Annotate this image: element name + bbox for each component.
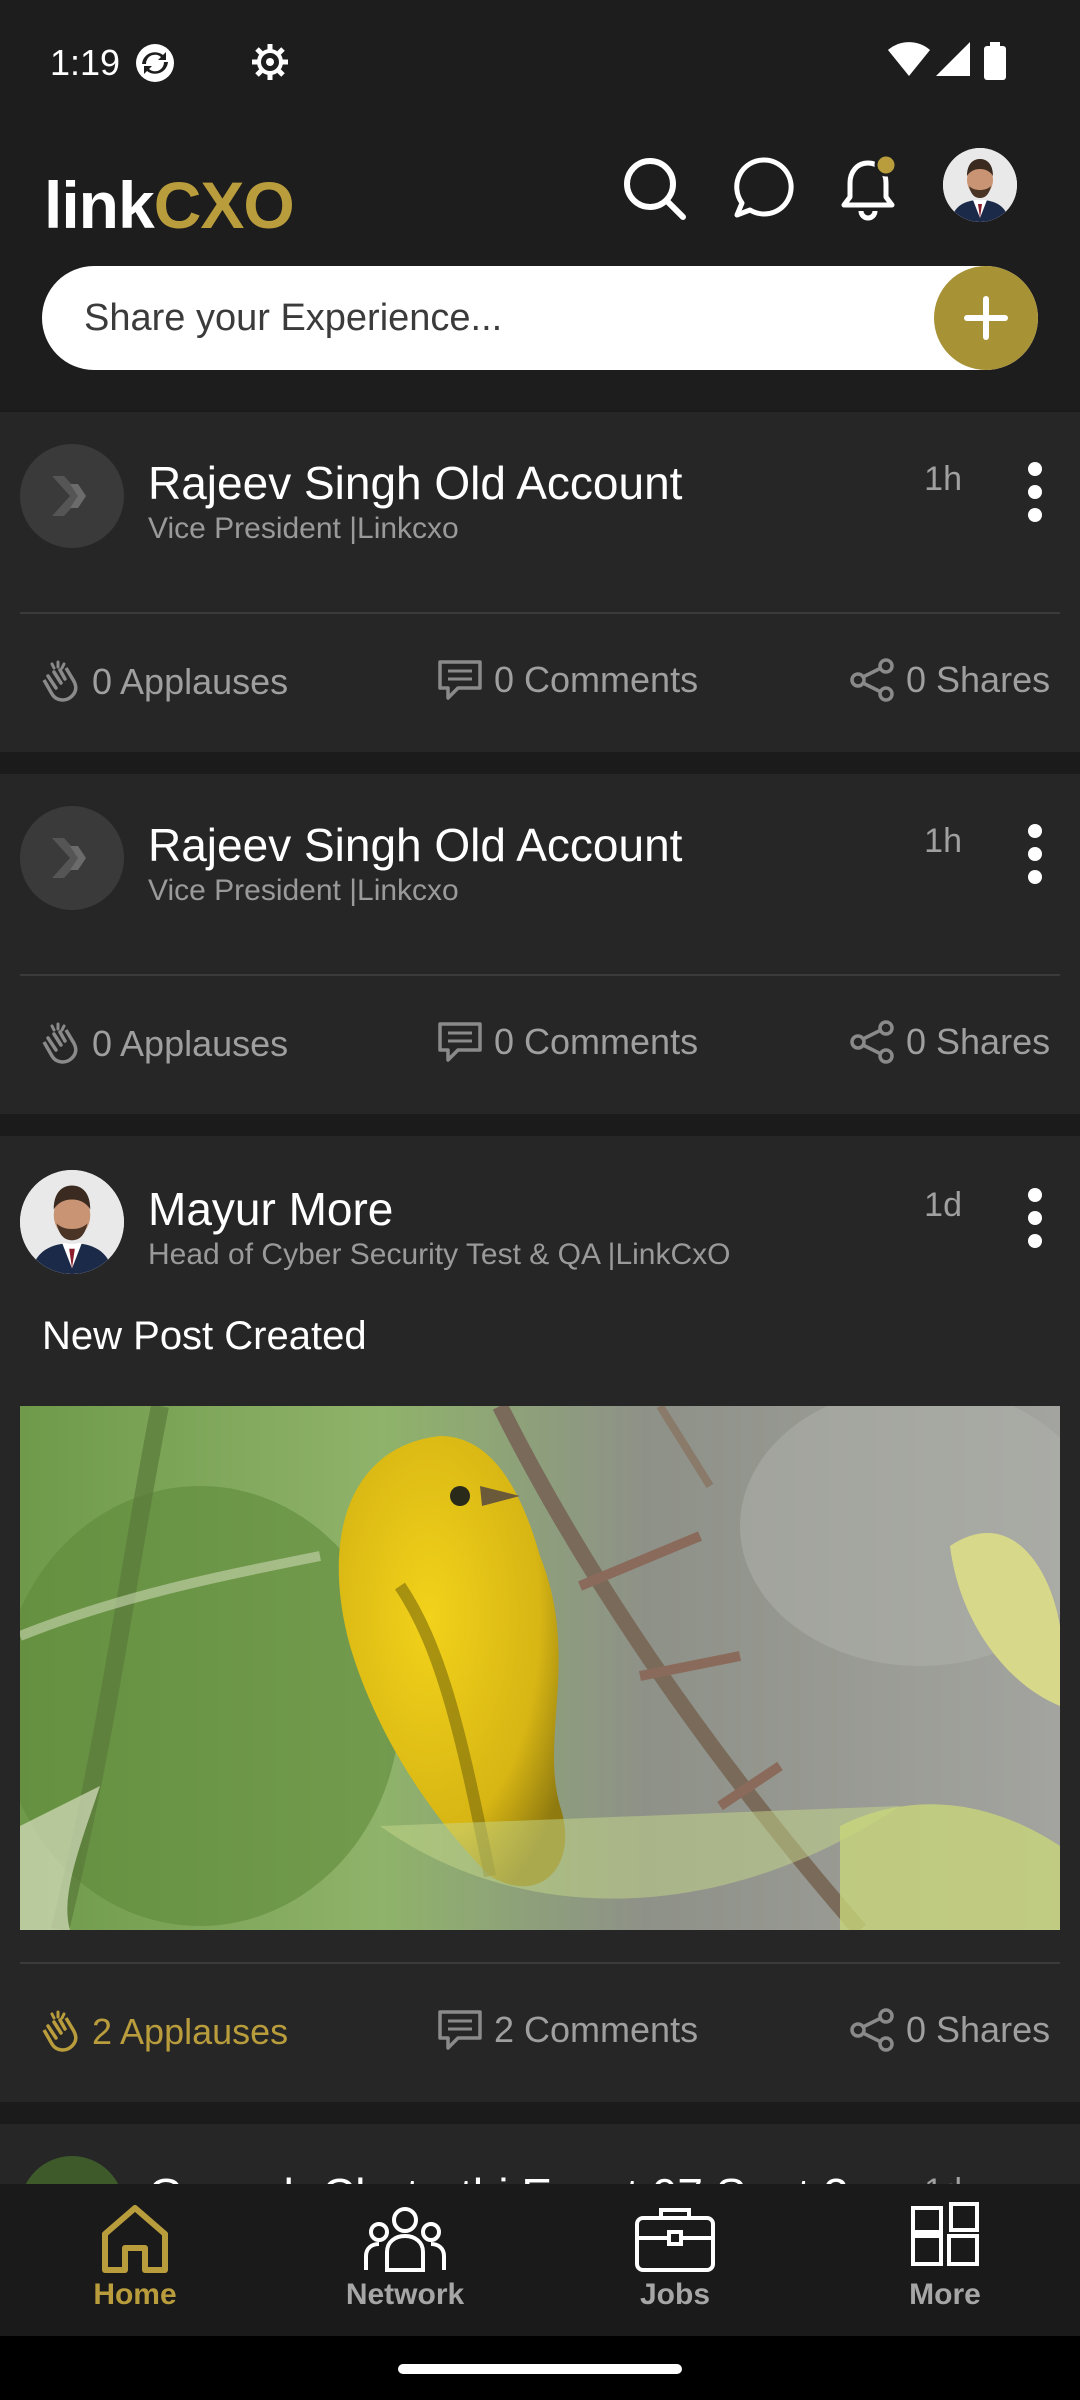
status-bar: 1:19 — [0, 0, 1080, 128]
status-time: 1:19 — [50, 42, 121, 83]
share-button[interactable]: 0 Shares — [848, 658, 1050, 702]
clap-icon — [42, 2010, 78, 2052]
post-author[interactable]: Rajeev Singh Old Account — [148, 818, 682, 872]
settings-icon — [250, 42, 290, 87]
home-gesture-handle[interactable] — [398, 2364, 682, 2374]
comment-icon — [438, 2010, 482, 2050]
post-card[interactable]: Rajeev Singh Old Account Vice President … — [0, 774, 1080, 1114]
bottom-navigation: Home Network Jobs More — [0, 2184, 1080, 2336]
post-options-icon[interactable] — [1020, 462, 1050, 522]
share-button[interactable]: 0 Shares — [848, 1020, 1050, 1064]
post-card[interactable]: Ganesh Chaturthi Event 07 Sept 2... 1d — [0, 2124, 1080, 2184]
post-image[interactable] — [20, 1406, 1060, 1930]
applause-button[interactable]: 0 Applauses — [34, 1020, 288, 1068]
grid-icon — [911, 2202, 979, 2266]
author-avatar[interactable] — [20, 1170, 124, 1274]
share-button[interactable]: 0 Shares — [848, 2008, 1050, 2052]
share-icon — [850, 2008, 894, 2052]
divider — [20, 974, 1060, 976]
nav-jobs[interactable]: Jobs — [540, 2184, 810, 2336]
home-icon — [102, 2205, 168, 2273]
comment-icon — [438, 660, 482, 700]
post-time: 1d — [924, 2172, 962, 2184]
signal-icon — [936, 42, 970, 81]
linkcxo-avatar-icon[interactable] — [20, 444, 124, 548]
network-icon — [364, 2207, 446, 2272]
comment-button[interactable]: 0 Comments — [436, 658, 698, 702]
post-author-subtitle: Vice President |Linkcxo — [148, 874, 459, 907]
app-header: link CXO Share your Experience... — [0, 128, 1080, 410]
nav-home[interactable]: Home — [0, 2184, 270, 2336]
add-post-button[interactable] — [934, 266, 1038, 370]
applause-button[interactable]: 2 Applauses — [34, 2008, 288, 2056]
post-author[interactable]: Rajeev Singh Old Account — [148, 456, 682, 510]
post-time: 1h — [924, 822, 962, 860]
applause-button[interactable]: 0 Applauses — [34, 658, 288, 706]
nav-more[interactable]: More — [810, 2184, 1080, 2336]
comment-button[interactable]: 0 Comments — [436, 1020, 698, 1064]
share-experience-input[interactable]: Share your Experience... — [42, 266, 1038, 370]
search-icon[interactable] — [614, 148, 694, 228]
post-author-subtitle: Vice President |Linkcxo — [148, 512, 459, 545]
post-author-subtitle: Head of Cyber Security Test & QA |LinkCx… — [148, 1238, 731, 1271]
post-author[interactable]: Mayur More — [148, 1182, 393, 1236]
share-placeholder: Share your Experience... — [84, 296, 503, 339]
nav-network[interactable]: Network — [270, 2184, 540, 2336]
post-author[interactable]: Ganesh Chaturthi Event 07 Sept 2... — [148, 2168, 887, 2184]
post-options-icon[interactable] — [1020, 824, 1050, 884]
post-card[interactable]: Mayur More Head of Cyber Security Test &… — [0, 1136, 1080, 2102]
wifi-icon — [888, 42, 930, 81]
plus-icon — [964, 296, 1008, 340]
divider — [20, 1962, 1060, 1964]
post-time: 1d — [924, 1186, 962, 1224]
messages-icon[interactable] — [724, 148, 804, 228]
comment-button[interactable]: 2 Comments — [436, 2008, 698, 2052]
clap-icon — [42, 660, 78, 702]
gesture-bar — [0, 2336, 1080, 2400]
sync-icon — [134, 42, 176, 89]
post-time: 1h — [924, 460, 962, 498]
comment-icon — [438, 1022, 482, 1062]
divider — [20, 612, 1060, 614]
notifications-icon[interactable] — [828, 148, 908, 228]
post-text: New Post Created — [42, 1314, 367, 1358]
post-card[interactable]: Rajeev Singh Old Account Vice President … — [0, 412, 1080, 752]
linkcxo-avatar-icon[interactable] — [20, 806, 124, 910]
share-icon — [850, 658, 894, 702]
briefcase-icon — [635, 2208, 715, 2272]
author-avatar[interactable] — [20, 2156, 124, 2184]
share-icon — [850, 1020, 894, 1064]
linkcxo-logo[interactable]: link CXO — [44, 150, 295, 260]
profile-avatar[interactable] — [943, 148, 1017, 222]
post-options-icon[interactable] — [1020, 1188, 1050, 1248]
clap-icon — [42, 1022, 78, 1064]
battery-icon — [984, 42, 1006, 85]
